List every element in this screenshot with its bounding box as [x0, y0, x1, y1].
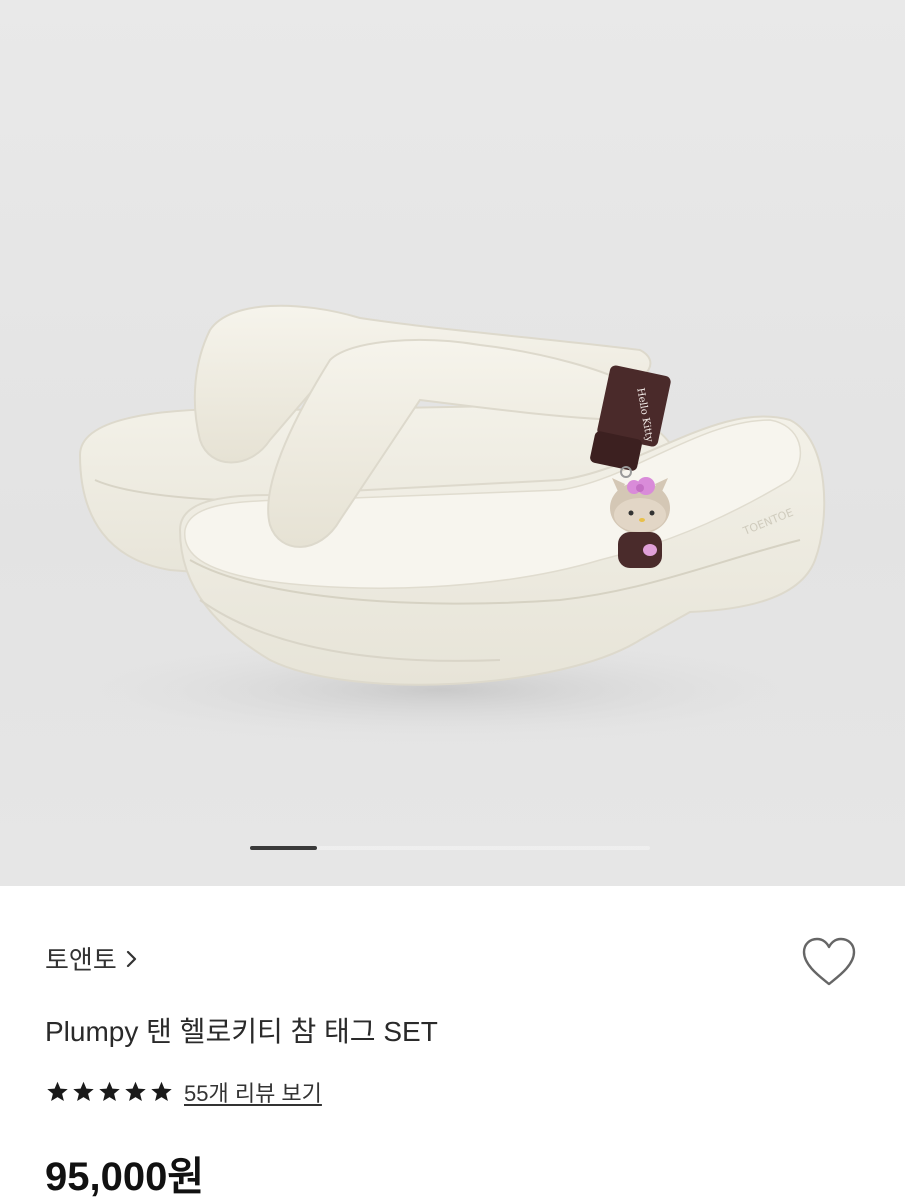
image-pager: [250, 846, 650, 850]
rating-row: 55개 리뷰 보기: [45, 1076, 322, 1108]
chevron-right-icon: [126, 950, 136, 967]
star-filled-icon: [73, 1081, 94, 1101]
star-filled-icon: [125, 1081, 146, 1101]
product-info: 토앤토 Plumpy 탠 헬로키티 참 태그 SET 55개 리뷰 보기 95,…: [0, 886, 905, 1200]
brand-name: 토앤토: [45, 945, 117, 975]
product-image-gallery[interactable]: Hello Kitty TOENTOE: [0, 0, 905, 886]
review-link[interactable]: 55개 리뷰 보기: [184, 1076, 322, 1108]
heart-outline-icon[interactable]: [800, 936, 858, 988]
product-price: 95,000원: [45, 1155, 205, 1199]
image-pager-active: [250, 846, 317, 850]
product-title: Plumpy 탠 헬로키티 참 태그 SET: [45, 1016, 438, 1047]
star-filled-icon: [47, 1081, 68, 1101]
product-image: Hello Kitty TOENTOE: [40, 304, 840, 745]
star-filled-icon: [151, 1081, 172, 1101]
brand-link[interactable]: 토앤토: [45, 940, 141, 977]
star-filled-icon: [99, 1081, 120, 1101]
rating-stars: [45, 1080, 175, 1104]
kitty-charm: [610, 477, 670, 568]
